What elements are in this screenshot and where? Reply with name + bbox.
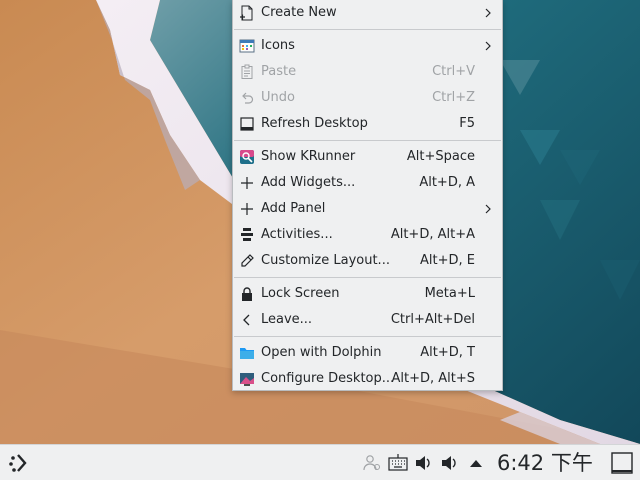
- menu-item-shortcut: Ctrl+Z: [432, 90, 475, 105]
- menu-item-label: Add Panel: [261, 201, 326, 216]
- undo-icon: [242, 92, 254, 104]
- menu-item-customize-layout[interactable]: Customize Layout... Alt+D, E: [233, 248, 502, 274]
- lock-icon: [242, 287, 252, 301]
- view-icons-icon: [239, 39, 255, 53]
- menu-item-shortcut: Alt+D, A: [419, 175, 475, 190]
- chevron-right-icon: [485, 41, 491, 51]
- digital-clock[interactable]: 6:42 下午: [497, 450, 593, 476]
- menu-item-paste[interactable]: Paste Ctrl+V: [233, 59, 502, 85]
- menu-item-label: Icons: [261, 38, 295, 53]
- menu-item-activities[interactable]: Activities... Alt+D, Alt+A: [233, 222, 502, 248]
- menu-item-shortcut: Alt+D, Alt+A: [390, 227, 475, 242]
- menu-item-label: Paste: [261, 64, 297, 79]
- preferences-desktop-wallpaper-icon: [240, 373, 254, 386]
- menu-item-icons[interactable]: Icons: [233, 33, 502, 59]
- volume-icon[interactable]: [414, 453, 434, 473]
- menu-item-shortcut: Ctrl+Alt+Del: [390, 312, 475, 327]
- krunner-icon: [240, 150, 254, 164]
- desktop-context-menu: Create New Icons Paste Ctrl+V Undo Ctrl+…: [232, 0, 503, 391]
- menu-item-shortcut: Alt+D, Alt+S: [391, 371, 475, 386]
- user-presence-icon[interactable]: [362, 453, 382, 473]
- menu-item-undo[interactable]: Undo Ctrl+Z: [233, 85, 502, 111]
- menu-item-lock-screen[interactable]: Lock Screen Meta+L: [233, 281, 502, 307]
- menu-item-shortcut: Meta+L: [424, 286, 475, 301]
- menu-item-add-panel[interactable]: Add Panel: [233, 196, 502, 222]
- volume-icon[interactable]: [440, 453, 460, 473]
- menu-item-label: Leave...: [261, 312, 313, 327]
- menu-item-shortcut: Alt+D, E: [420, 253, 475, 268]
- menu-item-leave[interactable]: Leave... Ctrl+Alt+Del: [233, 307, 502, 333]
- show-desktop-icon[interactable]: [610, 451, 634, 475]
- menu-item-add-widgets[interactable]: Add Widgets... Alt+D, A: [233, 170, 502, 196]
- menu-separator: [234, 29, 501, 30]
- menu-item-create-new[interactable]: Create New: [233, 0, 502, 26]
- folder-icon: [240, 348, 254, 359]
- activities-icon: [241, 228, 253, 241]
- menu-item-shortcut: F5: [459, 116, 475, 131]
- menu-item-label: Customize Layout...: [261, 253, 390, 268]
- keyboard-icon[interactable]: [388, 453, 408, 473]
- menu-item-label: Add Widgets...: [261, 175, 356, 190]
- menu-item-label: Create New: [261, 5, 337, 20]
- menu-item-show-krunner[interactable]: Show KRunner Alt+Space: [233, 144, 502, 170]
- menu-item-configure-desktop[interactable]: Configure Desktop... Alt+D, Alt+S: [233, 366, 502, 392]
- tray-expand-arrow-icon[interactable]: [468, 455, 484, 471]
- menu-item-shortcut: Alt+D, T: [420, 345, 475, 360]
- menu-separator: [234, 336, 501, 337]
- menu-separator: [234, 140, 501, 141]
- chevron-right-icon: [485, 204, 491, 214]
- menu-item-refresh-desktop[interactable]: Refresh Desktop F5: [233, 111, 502, 137]
- menu-item-shortcut: Alt+Space: [406, 149, 475, 164]
- plus-icon: [241, 203, 253, 215]
- refresh-icon: [240, 117, 254, 131]
- plus-icon: [241, 177, 253, 189]
- menu-item-label: Undo: [261, 90, 295, 105]
- app-launcher-icon[interactable]: [6, 450, 32, 476]
- chevron-left-icon: [243, 314, 250, 326]
- menu-item-label: Lock Screen: [261, 286, 340, 301]
- menu-separator: [234, 277, 501, 278]
- taskbar-panel: 6:42 下午: [0, 444, 640, 480]
- menu-item-label: Open with Dolphin: [261, 345, 382, 360]
- clipboard-icon: [241, 64, 253, 79]
- document-new-icon: [240, 5, 253, 21]
- menu-item-label: Configure Desktop...: [261, 371, 395, 386]
- menu-item-label: Show KRunner: [261, 149, 356, 164]
- menu-item-label: Refresh Desktop: [261, 116, 368, 131]
- menu-item-label: Activities...: [261, 227, 333, 242]
- chevron-right-icon: [485, 8, 491, 18]
- menu-item-shortcut: Ctrl+V: [432, 64, 475, 79]
- menu-item-open-with-dolphin[interactable]: Open with Dolphin Alt+D, T: [233, 340, 502, 366]
- pencil-icon: [241, 254, 254, 267]
